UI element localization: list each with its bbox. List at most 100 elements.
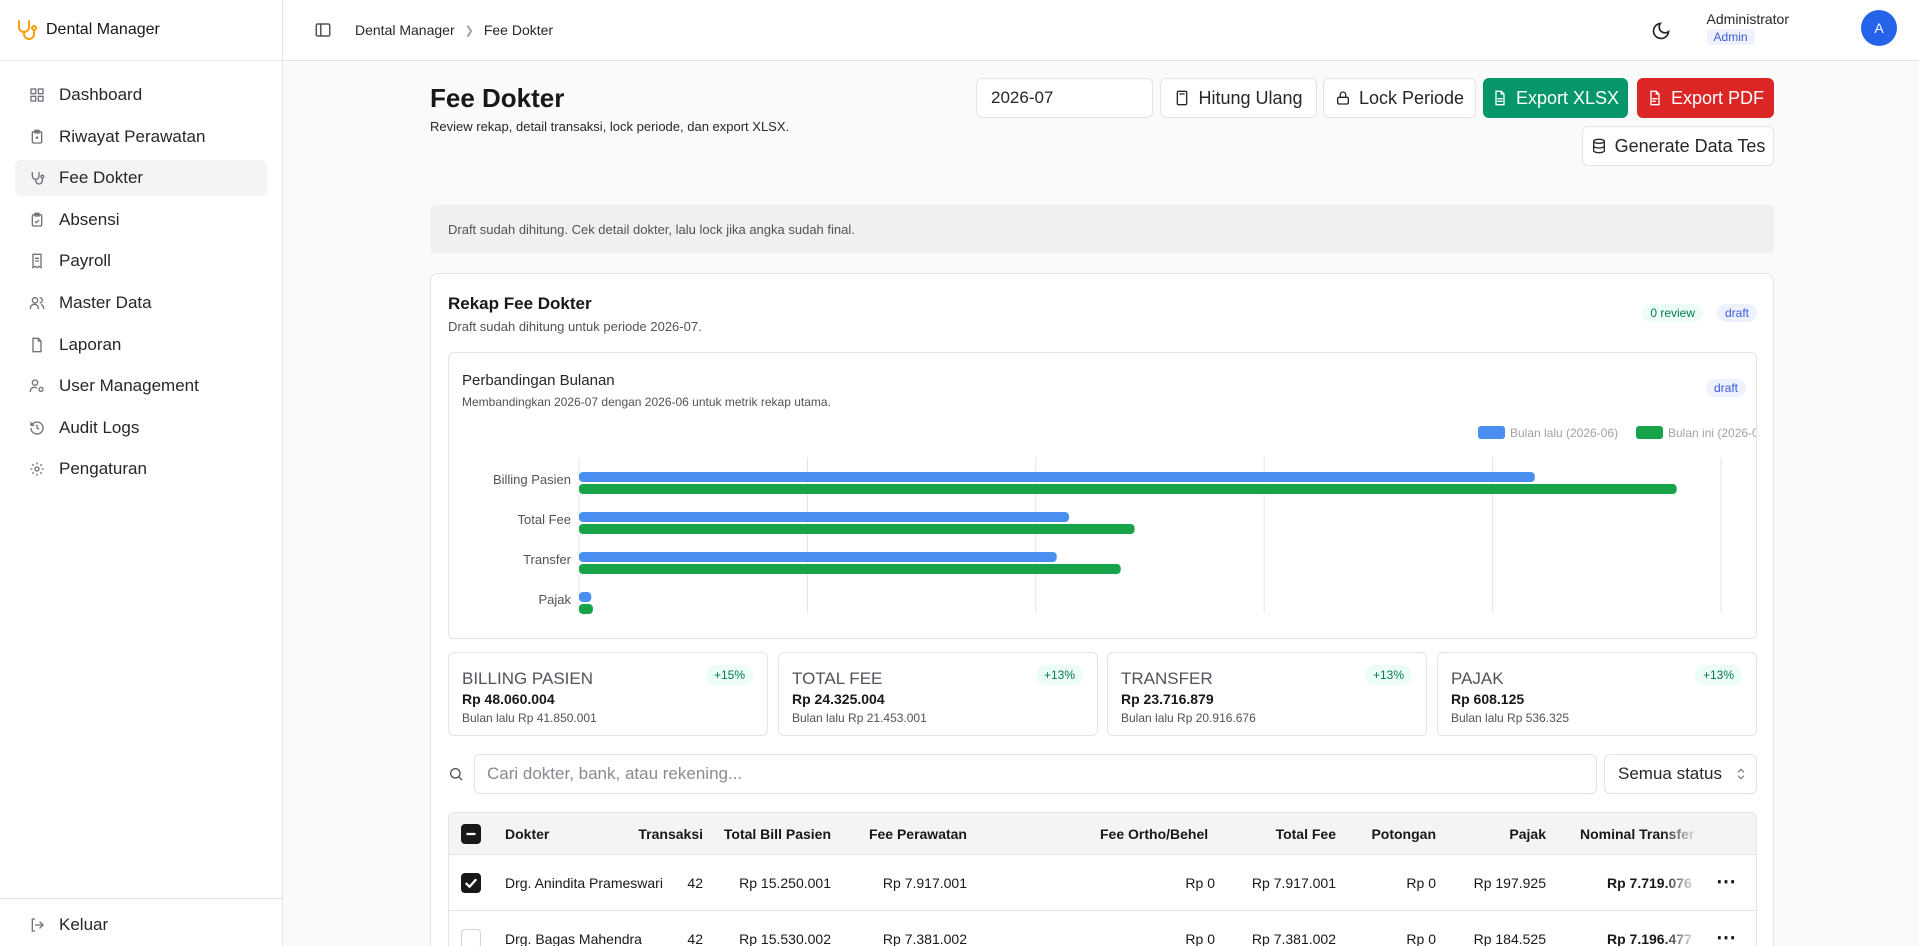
logout-label: Keluar [59,915,109,934]
breadcrumb-item[interactable]: Dental Manager [355,22,455,38]
sidebar-item-absensi[interactable]: Absensi [15,202,267,238]
rekap-card: Rekap Fee Dokter Draft sudah dihitung un… [430,273,1774,946]
col-dokter[interactable]: Dokter [505,826,549,842]
spreadsheet-icon [1495,90,1505,106]
scroll-fade [1662,911,1698,946]
sidebar-item-payroll[interactable]: Payroll [15,243,267,279]
topbar: Dental Manager ❯ Fee Dokter Administrato… [284,0,1919,61]
recalc-button[interactable]: Hitung Ulang [1160,78,1317,118]
cell-potongan: Rp 0 [1406,931,1436,946]
sidebar-item-dashboard[interactable]: Dashboard [15,77,267,113]
role-badge: Admin [1706,29,1755,45]
period-input[interactable]: 2026-07 [976,78,1153,118]
recalc-label: Hitung Ulang [1198,87,1303,108]
metric-label: TOTAL FEE [792,669,883,688]
row-checkbox[interactable] [461,929,481,946]
calculator-icon [1177,90,1188,106]
file-icon [32,337,42,352]
bar [579,472,1535,482]
row-actions-icon[interactable]: ⋯ [1702,925,1736,946]
sidebar-item-user-management[interactable]: User Management [15,368,267,404]
generate-label: Generate Data Tes [1614,135,1766,156]
fee-table: Dokter Transaksi Total Bill Pasien Fee P… [448,812,1757,946]
review-badge: 0 review [1642,304,1703,322]
clipboard-icon [31,129,43,144]
metric-label: TRANSFER [1121,669,1213,688]
category-label: Total Fee [518,512,571,527]
divider [0,898,283,899]
sidebar-item-audit-logs[interactable]: Audit Logs [15,410,267,446]
table-row[interactable]: Drg. Bagas Mahendra 42 Rp 15.530.002 Rp … [449,911,1756,946]
change-badge: +13% [1364,665,1412,685]
stethoscope-icon [31,172,45,185]
cell-transaksi: 42 [687,931,703,946]
bar [579,592,592,602]
table-row[interactable]: Drg. Anindita Prameswari 42 Rp 15.250.00… [449,855,1756,911]
export-pdf-label: Export PDF [1670,87,1765,108]
sidebar-item-label: Riwayat Perawatan [59,126,206,146]
cell-transaksi: 42 [687,875,703,891]
sidebar-item-pengaturan[interactable]: Pengaturan [15,451,267,487]
app-name: Dental Manager [46,21,160,38]
category-label: Billing Pasien [493,472,571,487]
metric-value: Rp 24.325.004 [792,691,885,707]
cell-fee-perawatan: Rp 7.917.001 [882,875,967,891]
bar [579,484,1677,494]
col-fee-perawatan[interactable]: Fee Perawatan [869,826,967,842]
col-transaksi[interactable]: Transaksi [638,826,703,842]
col-fee-ortho[interactable]: Fee Ortho/Behel [1100,826,1215,842]
cell-dokter: Drg. Anindita Prameswari [505,875,663,891]
generate-test-data-button[interactable]: Generate Data Tes [1582,126,1774,166]
bar [579,604,593,614]
logout-button[interactable]: Keluar [15,907,108,943]
sidebar-item-fee-dokter[interactable]: Fee Dokter [15,160,267,197]
cell-fee-ortho: Rp 0 [1185,931,1215,946]
row-checkbox[interactable] [461,873,481,893]
col-pajak[interactable]: Pajak [1509,826,1546,842]
export-xlsx-label: Export XLSX [1515,87,1620,108]
sidebar-item-label: Master Data [59,292,152,312]
row-actions-icon[interactable]: ⋯ [1702,869,1736,894]
bar [579,552,1057,562]
cell-pajak: Rp 197.925 [1473,875,1546,891]
search-icon [450,768,463,781]
user-cog-icon [29,379,44,393]
file-pdf-icon [1650,90,1660,106]
check-icon [464,878,478,889]
sidebar-item-riwayat-perawatan[interactable]: Riwayat Perawatan [15,119,267,155]
minus-icon [466,832,476,836]
status-select[interactable]: Semua status [1604,754,1757,794]
avatar[interactable]: A [1861,10,1897,46]
search-input[interactable] [474,754,1597,794]
export-pdf-button[interactable]: Export PDF [1637,78,1774,118]
receipt-icon [32,254,42,270]
legend-swatch [1478,426,1505,439]
sidebar-nav: Dashboard Riwayat Perawatan Fee Dokter A… [0,61,282,487]
col-total-fee[interactable]: Total Fee [1276,826,1336,842]
cell-pajak: Rp 184.525 [1473,931,1546,946]
comparison-chart: Perbandingan Bulanan Membandingkan 2026-… [448,352,1757,639]
select-all-checkbox[interactable] [461,824,481,844]
cell-total-fee: Rp 7.381.002 [1251,931,1336,946]
sidebar-item-master-data[interactable]: Master Data [15,285,267,321]
sidebar-toggle-icon[interactable] [314,21,332,39]
col-total-bill[interactable]: Total Bill Pasien [724,826,831,842]
moon-icon[interactable] [1651,21,1671,41]
metric-value: Rp 48.060.004 [462,691,555,707]
metric-card-billing: BILLING PASIEN Rp 48.060.004 Bulan lalu … [448,652,768,736]
change-badge: +15% [705,665,753,685]
chevrons-up-down-icon [1737,768,1745,780]
metric-previous: Bulan lalu Rp 21.453.001 [792,711,927,725]
clipboard-check-icon [31,212,43,227]
export-xlsx-button[interactable]: Export XLSX [1483,78,1628,118]
change-badge: +13% [1694,665,1742,685]
bar [579,524,1135,534]
col-potongan[interactable]: Potongan [1371,826,1436,842]
user-menu[interactable]: Administrator Admin A [1706,10,1897,46]
change-badge: +13% [1035,665,1083,685]
cell-fee-ortho: Rp 0 [1185,875,1215,891]
lock-period-button[interactable]: Lock Periode [1323,78,1476,118]
table-header: Dokter Transaksi Total Bill Pasien Fee P… [449,813,1756,855]
breadcrumb: Dental Manager ❯ Fee Dokter [355,22,553,38]
sidebar-item-laporan[interactable]: Laporan [15,327,267,363]
